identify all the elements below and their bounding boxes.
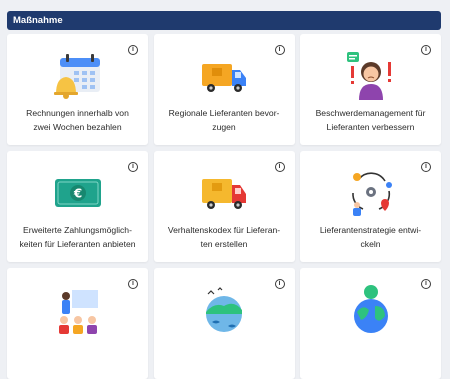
- measure-card[interactable]: i Regionale Lieferanten bevor- zugen: [153, 34, 295, 145]
- info-icon[interactable]: i: [128, 162, 138, 172]
- presentation-team-icon: [58, 290, 98, 334]
- delivery-truck-icon: [202, 179, 246, 209]
- info-icon[interactable]: i: [421, 279, 431, 289]
- info-icon[interactable]: i: [274, 279, 285, 289]
- measure-card-label: Regionale Lieferanten bevor- zugen: [168, 108, 280, 132]
- info-icon[interactable]: i: [274, 162, 285, 172]
- measure-card[interactable]: i € Erweiterte Zahlungsmöglich- keiten f…: [7, 151, 148, 262]
- info-icon[interactable]: i: [421, 162, 431, 172]
- measure-grid: i Rechnungen innerhalb von zwei Wochen b…: [7, 34, 441, 379]
- measure-card[interactable]: i Rechnungen innerhalb von zwei Wochen b…: [7, 34, 148, 145]
- svg-text:€: €: [72, 187, 81, 201]
- measure-card[interactable]: i Lieferantenstrategie entwi- ckeln: [300, 151, 441, 262]
- complaint-person-icon: [346, 52, 391, 100]
- earth-globe-icon: [353, 285, 388, 333]
- measure-card-label: Rechnungen innerhalb von zwei Wochen bez…: [26, 108, 129, 132]
- info-icon[interactable]: i: [128, 279, 138, 289]
- measure-card-label: Lieferantenstrategie entwi- ckeln: [319, 225, 422, 249]
- strategy-cycle-icon: [351, 172, 392, 216]
- measure-card[interactable]: i Verhaltenskodex für Lieferan- ten erst…: [153, 151, 295, 262]
- calendar-bell-icon: [53, 54, 100, 99]
- measure-card[interactable]: i Beschwerdemanagement für Lieferanten v…: [300, 34, 441, 145]
- euro-banknote-icon: €: [54, 179, 101, 207]
- measure-card-label: Beschwerdemanagement für Lieferanten ver…: [315, 108, 426, 132]
- section-title: Maßnahme: [13, 15, 63, 26]
- measure-card[interactable]: i: [300, 268, 441, 379]
- info-icon[interactable]: i: [128, 45, 138, 55]
- section-header: Maßnahme: [7, 11, 441, 30]
- delivery-truck-icon: [202, 64, 246, 92]
- info-icon[interactable]: i: [274, 45, 285, 55]
- measure-card-label: Verhaltenskodex für Lieferan- ten erstel…: [167, 225, 281, 249]
- nature-globe-icon: [206, 287, 242, 332]
- measure-card[interactable]: i: [7, 268, 148, 379]
- measure-card[interactable]: i: [153, 268, 295, 379]
- measure-card-label: Erweiterte Zahlungsmöglich- keiten für L…: [19, 225, 136, 249]
- info-icon[interactable]: i: [421, 45, 431, 55]
